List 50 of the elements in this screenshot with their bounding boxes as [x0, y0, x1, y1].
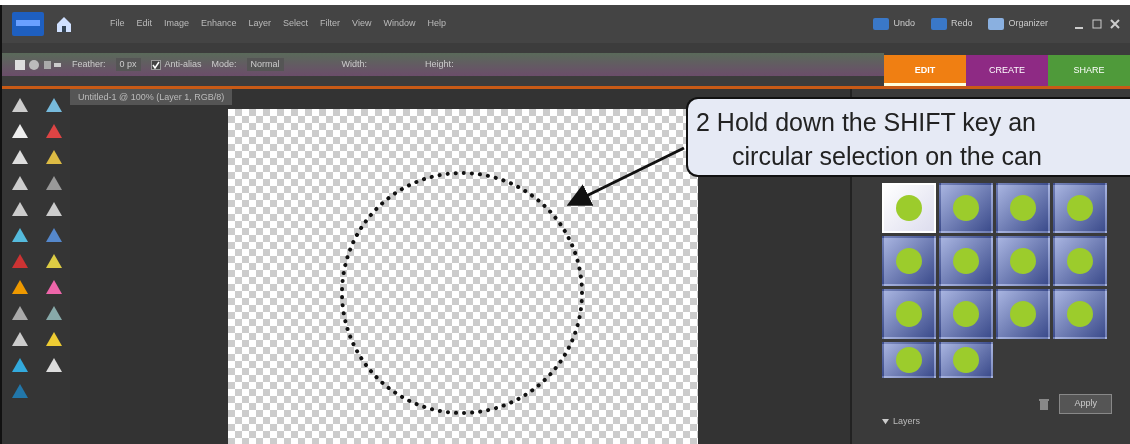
feather-field[interactable]: 0 px	[115, 57, 141, 72]
photo-thumbnail[interactable]	[996, 183, 1050, 233]
anti-alias-checkbox[interactable]	[150, 59, 161, 70]
photo-thumbnail[interactable]	[939, 183, 993, 233]
menu-item[interactable]: Filter	[318, 17, 343, 31]
mode-tab[interactable]: SHARE	[1048, 55, 1130, 86]
document-tab[interactable]: Untitled-1 @ 100% (Layer 1, RGB/8)	[70, 89, 233, 105]
menu-item[interactable]: Layer	[246, 17, 274, 31]
photo-thumbnail[interactable]	[939, 236, 993, 286]
trash-icon[interactable]	[1039, 397, 1050, 410]
mode-label: Mode:	[211, 57, 237, 71]
menu-item[interactable]: Enhance	[199, 17, 239, 31]
mode-dropdown[interactable]: Normal	[246, 57, 284, 72]
layers-panel-title[interactable]: Layers	[893, 414, 920, 428]
app-logo-icon[interactable]	[12, 12, 44, 36]
photo-thumbnail[interactable]	[1053, 183, 1107, 233]
menu-item[interactable]: Help	[425, 17, 448, 31]
menu-item[interactable]: Image	[162, 17, 192, 31]
feather-label: Feather:	[72, 57, 106, 71]
toolbar-button[interactable]: Undo	[893, 17, 915, 31]
mode-tab[interactable]: EDIT	[884, 55, 966, 86]
photo-thumbnail[interactable]	[996, 289, 1050, 339]
width-label: Width:	[341, 57, 368, 71]
home-icon[interactable]	[54, 14, 74, 34]
photo-thumbnail[interactable]	[882, 342, 936, 378]
photo-thumbnail[interactable]	[882, 183, 936, 233]
photo-thumbnail[interactable]	[882, 236, 936, 286]
marquee-options-icon[interactable]	[14, 58, 62, 71]
close-icon[interactable]	[1110, 19, 1120, 29]
menu-item[interactable]: Select	[281, 17, 311, 31]
toolbar-button[interactable]: Redo	[950, 17, 973, 31]
callout-text: 2 Hold down the SHIFT key an	[696, 107, 1036, 138]
photo-thumbnail[interactable]	[1053, 236, 1107, 286]
photo-thumbnail[interactable]	[939, 342, 993, 378]
menu-item[interactable]: View	[350, 17, 374, 31]
photo-thumbnail[interactable]	[882, 289, 936, 339]
menu-item[interactable]: File	[108, 17, 127, 31]
mode-tab[interactable]: CREATE	[966, 55, 1048, 86]
apply-button[interactable]: Apply	[1059, 394, 1112, 414]
height-label: Height:	[425, 57, 454, 71]
maximize-icon[interactable]	[1092, 19, 1102, 29]
photo-thumbnail[interactable]	[1053, 289, 1107, 339]
toolbar-button[interactable]: Organizer	[1008, 17, 1048, 31]
photo-thumbnail[interactable]	[939, 289, 993, 339]
photo-thumbnail[interactable]	[996, 236, 1050, 286]
expand-triangle-icon[interactable]	[882, 417, 889, 425]
menu-item[interactable]: Edit	[134, 17, 155, 31]
anti-alias-label: Anti-alias	[164, 57, 202, 71]
callout-text: circular selection on the can	[731, 141, 1042, 172]
menu-item[interactable]: Window	[381, 17, 418, 31]
